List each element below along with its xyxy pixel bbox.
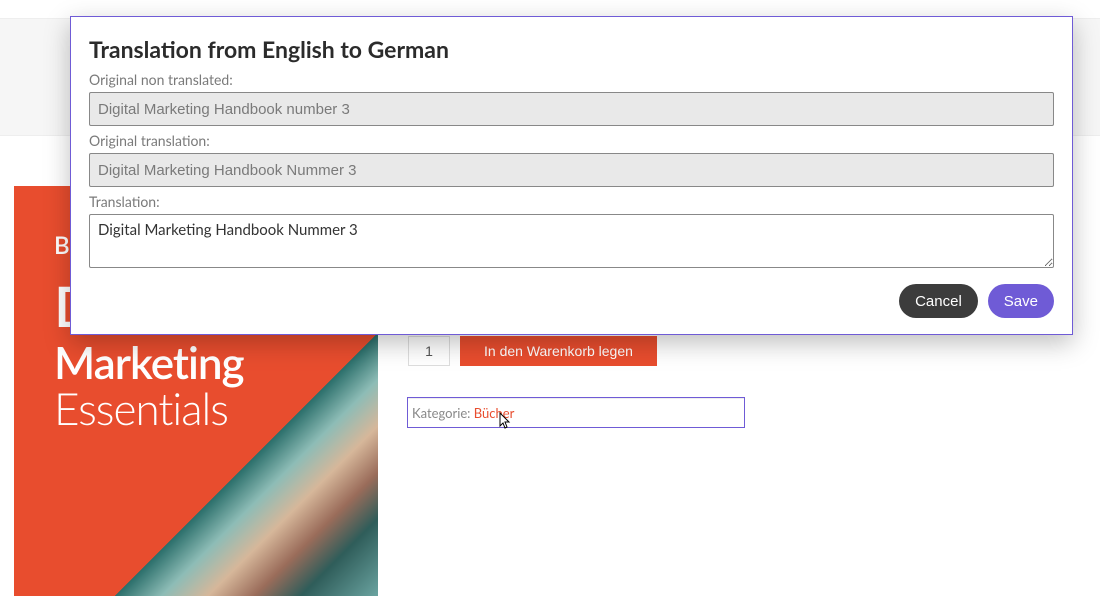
translation-textarea[interactable]: Digital Marketing Handbook Nummer 3 [89,214,1054,268]
category-row: Kategorie: Bücher [408,398,744,427]
cancel-button[interactable]: Cancel [899,284,978,318]
original-label: Original non translated: [89,71,1054,88]
original-input [89,92,1054,126]
product-image-badge: B [54,231,70,260]
save-button[interactable]: Save [988,284,1054,318]
original-translation-label: Original translation: [89,132,1054,149]
add-to-cart-button[interactable]: In den Warenkorb legen [460,336,657,366]
qty-cart-row: In den Warenkorb legen [408,336,822,366]
modal-actions: Cancel Save [89,284,1054,318]
modal-title: Translation from English to German [89,35,1054,63]
quantity-input[interactable] [408,336,450,366]
product-image-title-line3: Essentials [54,386,244,432]
translation-modal: Translation from English to German Origi… [70,16,1073,335]
category-label: Kategorie: [412,405,474,421]
product-image-title-line2: Marketing [54,340,244,386]
translation-label: Translation: [89,193,1054,210]
original-translation-input [89,153,1054,187]
category-link[interactable]: Bücher [474,405,515,421]
